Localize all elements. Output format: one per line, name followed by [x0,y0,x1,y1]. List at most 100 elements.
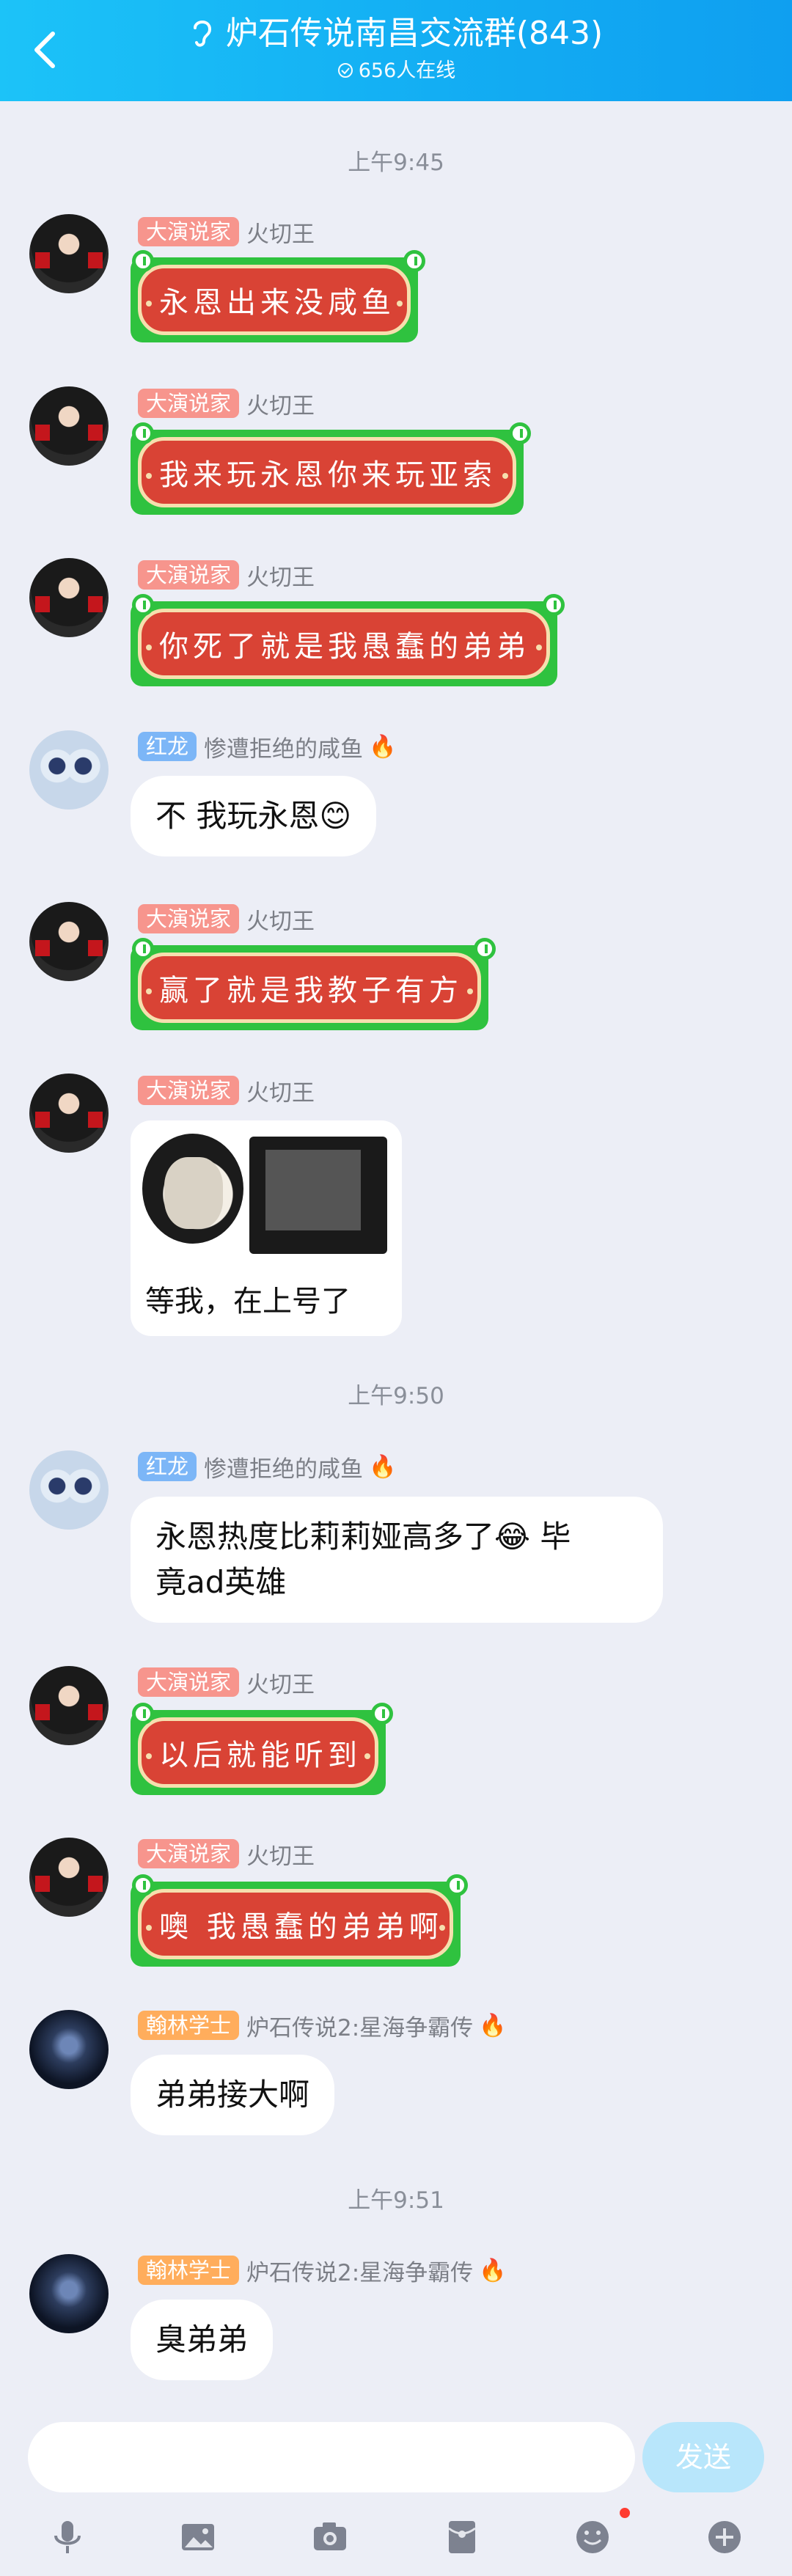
message-bubble[interactable]: 以后就能听到 [131,1703,393,1795]
image-message[interactable]: 等我，在上号了 [131,1120,402,1336]
message-text: 臭弟弟 [155,2322,249,2357]
message-text-line: 永恩热度比莉莉娅高多了😂 毕 [155,1519,571,1555]
bubble-decoration-icon [371,1703,393,1725]
image-caption: 等我，在上号了 [145,1285,351,1318]
avatar[interactable] [29,2254,109,2333]
send-button[interactable]: 发送 [642,2422,764,2492]
sender-line: 翰林学士 炉石传说2:星海争霸传 🔥 [138,2254,507,2286]
member-title-badge: 红龙 [138,732,197,761]
group-title[interactable]: 炉石传说南昌交流群(843) [0,13,792,54]
message-text: 弟弟接大啊 [155,2077,310,2113]
avatar[interactable] [29,1838,109,1917]
message-text: 不 我玩永恩😊 [155,798,352,834]
message-bubble[interactable]: 我来玩永恩你来玩亚索 [131,422,531,515]
timestamp: 上午9:45 [348,150,444,176]
check-circle-icon [337,63,353,78]
message-text: 我来玩永恩你来玩亚索 [138,437,516,507]
timestamp: 上午9:51 [348,2187,444,2214]
avatar[interactable] [29,1450,109,1530]
sender-name[interactable]: 火切王 [246,1838,315,1871]
sender-name[interactable]: 炉石传说2:星海争霸传 [246,2009,473,2042]
sender-line: 大演说家 火切王 [138,1666,315,1698]
timestamp: 上午9:50 [348,1383,444,1409]
avatar[interactable] [29,214,109,293]
member-title-badge: 大演说家 [138,1839,240,1868]
sender-line: 翰林学士 炉石传说2:星海争霸传 🔥 [138,2009,507,2041]
member-title-badge: 大演说家 [138,560,240,590]
emoji-icon[interactable] [571,2515,615,2559]
message-input[interactable] [28,2422,635,2492]
message-text: 永恩出来没咸鱼 [138,265,411,335]
message-text: 你死了就是我愚蠢的弟弟 [138,609,550,679]
camera-icon[interactable] [308,2515,352,2559]
bubble-decoration-icon [132,422,154,444]
sender-name[interactable]: 火切王 [246,387,315,420]
online-count: 656人在线 [0,59,792,84]
sender-name[interactable]: 炉石传说2:星海争霸传 [246,2254,473,2287]
bubble-decoration-icon [132,594,154,616]
sender-line: 大演说家 火切王 [138,903,315,935]
sender-line: 大演说家 火切王 [138,1838,315,1870]
microphone-icon[interactable] [45,2515,89,2559]
avatar[interactable] [29,730,109,810]
message-bubble[interactable]: 你死了就是我愚蠢的弟弟 [131,594,565,686]
image-icon[interactable] [176,2515,220,2559]
message-text-line: 竟ad英雄 [155,1564,287,1600]
bubble-decoration-icon [446,1874,468,1896]
bubble-decoration-icon [543,594,565,616]
message-bubble[interactable]: 赢了就是我教子有方 [131,938,496,1030]
avatar[interactable] [29,558,109,637]
member-title-badge: 大演说家 [138,1667,240,1697]
bubble-decoration-icon [132,938,154,960]
sender-line: 红龙 惨遭拒绝的咸鱼 🔥 [138,1450,396,1483]
bubble-decoration-icon [509,422,531,444]
sender-name[interactable]: 惨遭拒绝的咸鱼 [204,730,363,763]
sender-name[interactable]: 惨遭拒绝的咸鱼 [204,1450,363,1483]
member-title-badge: 翰林学士 [138,2011,240,2040]
sender-line: 大演说家 火切王 [138,559,315,591]
sender-name[interactable]: 火切王 [246,1666,315,1699]
message-bubble[interactable]: 永恩出来没咸鱼 [131,250,425,342]
member-title-badge: 大演说家 [138,389,240,418]
bubble-decoration-icon [132,1703,154,1725]
fire-icon: 🔥 [479,2257,507,2283]
sender-name[interactable]: 火切王 [246,216,315,249]
message-bubble[interactable]: 弟弟接大啊 [131,2055,335,2135]
avatar[interactable] [29,386,109,466]
avatar[interactable] [29,1074,109,1153]
member-title-badge: 大演说家 [138,217,240,246]
sender-line: 大演说家 火切王 [138,387,315,419]
sender-name[interactable]: 火切王 [246,903,315,936]
sender-line: 红龙 惨遭拒绝的咸鱼 🔥 [138,730,396,763]
online-count-text: 656人在线 [358,59,456,82]
member-title-badge: 大演说家 [138,904,240,933]
message-bubble[interactable]: 噢 我愚蠢的弟弟啊 [131,1874,468,1967]
red-packet-icon[interactable] [440,2515,484,2559]
message-bubble[interactable]: 不 我玩永恩😊 [131,776,377,856]
message-text: 噢 我愚蠢的弟弟啊 [138,1889,453,1959]
plus-icon[interactable] [703,2515,747,2559]
member-title-badge: 红龙 [138,1452,197,1481]
sender-line: 大演说家 火切王 [138,1074,315,1107]
ear-icon [193,21,211,47]
message-bubble[interactable]: 永恩热度比莉莉娅高多了😂 毕 竟ad英雄 [131,1497,663,1623]
bubble-decoration-icon [403,250,425,272]
avatar[interactable] [29,902,109,981]
bubble-decoration-icon [132,250,154,272]
chat-header: 炉石传说南昌交流群(843) 656人在线 [0,0,792,101]
fire-icon: 🔥 [369,733,397,760]
sender-name[interactable]: 火切王 [246,1074,315,1107]
message-text: 以后就能听到 [138,1717,378,1788]
avatar[interactable] [29,1666,109,1745]
group-title-text: 炉石传说南昌交流群(843) [225,15,604,52]
input-toolbar [0,2508,792,2576]
meme-face [164,1157,223,1229]
bubble-decoration-icon [132,1874,154,1896]
sender-name[interactable]: 火切王 [246,559,315,592]
avatar[interactable] [29,2010,109,2089]
sender-line: 大演说家 火切王 [138,216,315,248]
fire-icon: 🔥 [479,2012,507,2039]
member-title-badge: 翰林学士 [138,2256,240,2285]
notification-dot [620,2508,630,2518]
message-bubble[interactable]: 臭弟弟 [131,2300,274,2380]
